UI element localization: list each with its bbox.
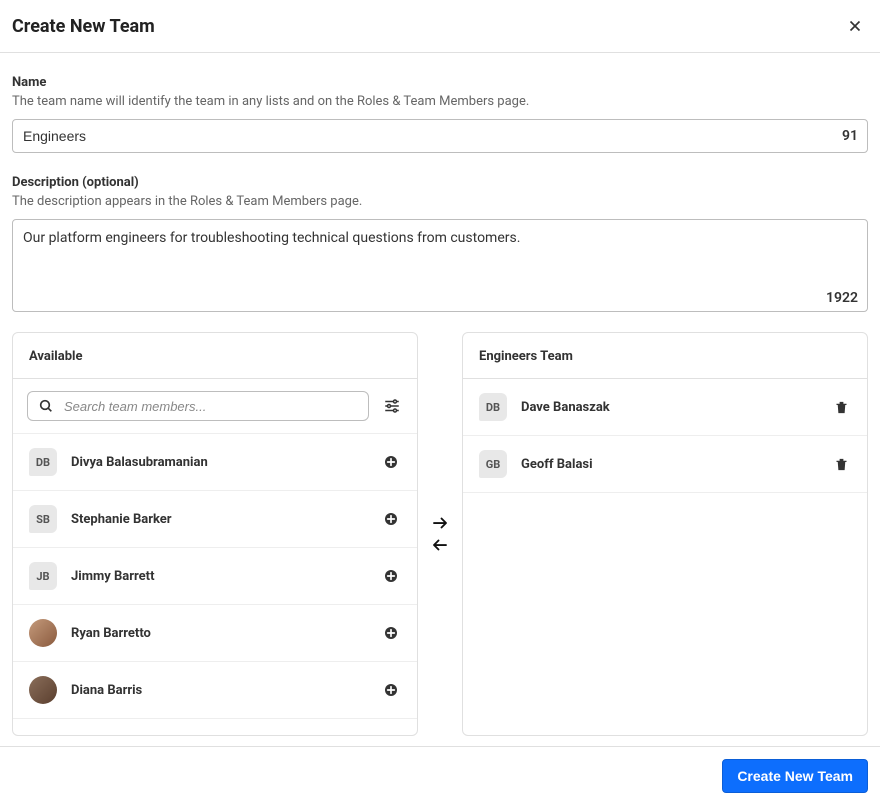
avatar: DB bbox=[29, 448, 57, 476]
add-member-button[interactable] bbox=[381, 623, 401, 643]
description-char-count: 1922 bbox=[826, 290, 858, 306]
name-hint: The team name will identify the team in … bbox=[12, 94, 868, 109]
trash-icon bbox=[834, 457, 849, 472]
search-input[interactable] bbox=[64, 399, 358, 414]
list-item: Diana Barris bbox=[13, 662, 417, 719]
arrow-right-icon bbox=[430, 514, 450, 532]
team-name-input[interactable] bbox=[12, 119, 868, 153]
add-member-button[interactable] bbox=[381, 566, 401, 586]
list-item: JB Jimmy Barrett bbox=[13, 548, 417, 605]
add-icon bbox=[383, 682, 399, 698]
list-item: SB Stephanie Barker bbox=[13, 491, 417, 548]
team-description-input[interactable] bbox=[12, 219, 868, 312]
list-item: GB Geoff Balasi bbox=[463, 436, 867, 493]
team-panel: Engineers Team DB Dave Banaszak GB Geoff Ba… bbox=[462, 332, 868, 736]
add-icon bbox=[383, 568, 399, 584]
list-item: Ryan Barretto bbox=[13, 605, 417, 662]
member-name: Divya Balasubramanian bbox=[71, 455, 367, 470]
member-name: Jimmy Barrett bbox=[71, 569, 367, 584]
add-icon bbox=[383, 454, 399, 470]
transfer-arrows bbox=[430, 514, 450, 554]
member-name: Ryan Barretto bbox=[71, 626, 367, 641]
create-team-button[interactable]: Create New Team bbox=[722, 759, 868, 793]
available-panel: Available DB Divya Balasubramanian SB Steph… bbox=[12, 332, 418, 736]
filter-icon bbox=[383, 397, 401, 415]
available-list[interactable]: DB Divya Balasubramanian SB Stephanie Barke… bbox=[13, 434, 417, 735]
list-item: DB Dave Banaszak bbox=[463, 379, 867, 436]
add-icon bbox=[383, 625, 399, 641]
filter-button[interactable] bbox=[381, 395, 403, 417]
add-icon bbox=[383, 511, 399, 527]
close-icon bbox=[846, 17, 864, 35]
team-title: Engineers Team bbox=[463, 333, 867, 379]
description-hint: The description appears in the Roles & T… bbox=[12, 194, 868, 209]
avatar bbox=[29, 619, 57, 647]
name-label: Name bbox=[12, 75, 868, 90]
description-label: Description (optional) bbox=[12, 175, 868, 190]
avatar: SB bbox=[29, 505, 57, 533]
avatar: GB bbox=[479, 450, 507, 478]
name-char-count: 91 bbox=[842, 128, 858, 144]
search-box[interactable] bbox=[27, 391, 369, 421]
list-item: DB Divya Balasubramanian bbox=[13, 434, 417, 491]
trash-icon bbox=[834, 400, 849, 415]
member-name: Dave Banaszak bbox=[521, 400, 818, 415]
add-member-button[interactable] bbox=[381, 680, 401, 700]
add-member-button[interactable] bbox=[381, 509, 401, 529]
remove-member-button[interactable] bbox=[832, 398, 851, 417]
avatar: JB bbox=[29, 562, 57, 590]
modal-title: Create New Team bbox=[12, 16, 155, 37]
avatar: DB bbox=[479, 393, 507, 421]
member-name: Diana Barris bbox=[71, 683, 367, 698]
add-member-button[interactable] bbox=[381, 452, 401, 472]
member-name: Stephanie Barker bbox=[71, 512, 367, 527]
close-button[interactable] bbox=[842, 13, 868, 39]
available-title: Available bbox=[13, 333, 417, 379]
avatar bbox=[29, 676, 57, 704]
member-name: Geoff Balasi bbox=[521, 457, 818, 472]
search-icon bbox=[38, 398, 54, 414]
team-list[interactable]: DB Dave Banaszak GB Geoff Balasi bbox=[463, 379, 867, 735]
remove-member-button[interactable] bbox=[832, 455, 851, 474]
arrow-left-icon bbox=[430, 536, 450, 554]
